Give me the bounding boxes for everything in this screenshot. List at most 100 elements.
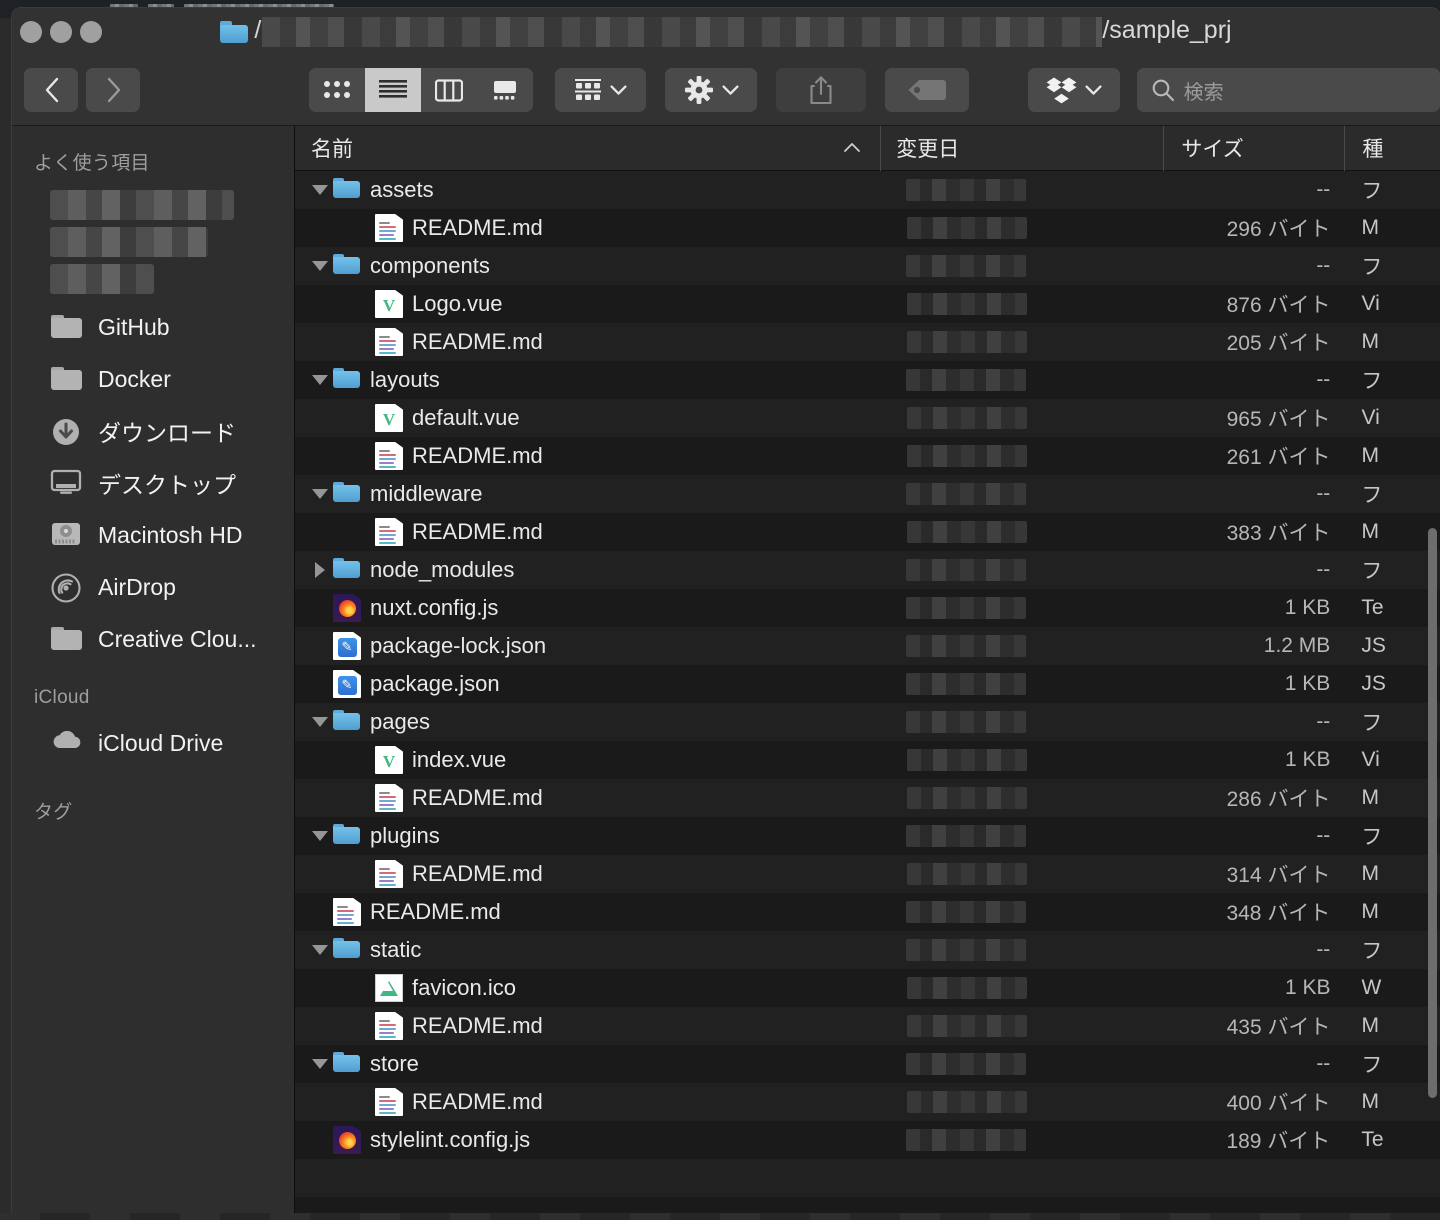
gallery-view-button[interactable]	[477, 68, 533, 112]
disclosure-triangle-open[interactable]	[307, 489, 333, 499]
cell-name[interactable]: README.md	[295, 518, 881, 546]
cell-name[interactable]: Vindex.vue	[295, 746, 881, 774]
cell-name[interactable]: README.md	[295, 1088, 881, 1116]
cell-name[interactable]: layouts	[295, 366, 880, 394]
cell-name[interactable]: store	[295, 1050, 880, 1078]
table-row[interactable]: README.md 205 バイト M	[295, 323, 1440, 361]
table-row[interactable]: README.md 296 バイト M	[295, 209, 1440, 247]
sidebar-item-downloads[interactable]: ダウンロード	[12, 405, 294, 457]
table-row[interactable]: README.md 286 バイト M	[295, 779, 1440, 817]
sidebar-item-desktop[interactable]: デスクトップ	[12, 457, 294, 509]
icon-view-button[interactable]	[309, 68, 365, 112]
cell-name[interactable]: README.md	[295, 442, 881, 470]
cell-name[interactable]: node_modules	[295, 556, 880, 584]
cell-name[interactable]: README.md	[295, 784, 881, 812]
json-file-icon: ✎	[333, 632, 361, 660]
table-row[interactable]: README.md 314 バイト M	[295, 855, 1440, 893]
back-button[interactable]	[24, 68, 78, 112]
disclosure-triangle-open[interactable]	[307, 831, 333, 841]
table-row[interactable]: favicon.ico 1 KB W	[295, 969, 1440, 1007]
cell-name[interactable]: README.md	[295, 860, 881, 888]
sidebar-item-airdrop[interactable]: AirDrop	[12, 561, 294, 613]
column-headers: 名前 変更日 サイズ 種	[295, 125, 1440, 171]
table-row[interactable]: ✎ package-lock.json 1.2 MB JS	[295, 627, 1440, 665]
cell-name[interactable]: favicon.ico	[295, 974, 881, 1002]
group-by-button[interactable]	[554, 68, 647, 112]
table-row[interactable]: Vdefault.vue 965 バイト Vi	[295, 399, 1440, 437]
table-row[interactable]: components -- フ	[295, 247, 1440, 285]
table-row[interactable]: plugins -- フ	[295, 817, 1440, 855]
horizontal-scroll-strip[interactable]	[295, 1205, 1440, 1213]
table-row[interactable]: README.md 348 バイト M	[295, 893, 1440, 931]
column-view-button[interactable]	[421, 68, 477, 112]
view-mode-segmented-control[interactable]	[309, 68, 533, 112]
scrollbar-thumb[interactable]	[1428, 528, 1437, 1098]
share-button[interactable]	[776, 68, 866, 112]
disclosure-triangle-open[interactable]	[307, 375, 333, 385]
table-row[interactable]: V Logo.vue 876 バイト Vi	[295, 285, 1440, 323]
disclosure-triangle-open[interactable]	[307, 717, 333, 727]
sidebar-item-docker[interactable]: Docker	[12, 353, 294, 405]
cell-name[interactable]: plugins	[295, 822, 880, 850]
cell-name[interactable]: README.md	[295, 214, 881, 242]
cell-name[interactable]: README.md	[295, 1012, 881, 1040]
table-row[interactable]: README.md 435 バイト M	[295, 1007, 1440, 1045]
sidebar-item-redacted-2[interactable]	[50, 227, 208, 257]
sidebar-item-redacted-3[interactable]	[50, 264, 154, 294]
folder-icon	[333, 252, 361, 280]
cell-name[interactable]: ✎ package.json	[295, 670, 880, 698]
sidebar-item-icloud-drive[interactable]: iCloud Drive	[12, 717, 294, 769]
sidebar-item-macintosh-hd[interactable]: Macintosh HD	[12, 509, 294, 561]
disclosure-triangle-closed[interactable]	[307, 562, 333, 578]
cell-name[interactable]: nuxt.config.js	[295, 594, 880, 622]
disclosure-triangle-open[interactable]	[307, 185, 333, 195]
cell-name[interactable]: pages	[295, 708, 880, 736]
table-row[interactable]: README.md 383 バイト M	[295, 513, 1440, 551]
minimize-button[interactable]	[50, 20, 72, 43]
column-header-size[interactable]: サイズ	[1163, 125, 1344, 171]
cell-name[interactable]: ✎ package-lock.json	[295, 632, 880, 660]
table-row[interactable]: assets -- フ	[295, 171, 1440, 209]
sidebar-item-creative-cloud[interactable]: Creative Clou...	[12, 613, 294, 665]
file-rows[interactable]: assets -- フ README.md 296 バイト Mcomponents -- フ V…	[295, 171, 1440, 1213]
disclosure-triangle-open[interactable]	[307, 1059, 333, 1069]
table-row[interactable]: stylelint.config.js 189 バイト Te	[295, 1121, 1440, 1159]
traffic-lights[interactable]	[20, 20, 102, 43]
table-row[interactable]: nuxt.config.js 1 KB Te	[295, 589, 1440, 627]
sidebar-item-github[interactable]: GitHub	[12, 301, 294, 353]
table-row[interactable]: static -- フ	[295, 931, 1440, 969]
cell-name[interactable]: README.md	[295, 898, 880, 926]
cell-name[interactable]: README.md	[295, 328, 881, 356]
table-row[interactable]: README.md 261 バイト M	[295, 437, 1440, 475]
dropbox-button[interactable]	[1027, 68, 1120, 112]
cell-name[interactable]: assets	[295, 176, 880, 204]
list-view-button[interactable]	[364, 68, 421, 112]
column-header-date[interactable]: 変更日	[880, 125, 1163, 171]
cell-name[interactable]: components	[295, 252, 880, 280]
table-row[interactable]: README.md 400 バイト M	[295, 1083, 1440, 1121]
tag-button[interactable]	[884, 68, 969, 112]
forward-button[interactable]	[86, 68, 140, 112]
sidebar-item-redacted-1[interactable]	[50, 190, 234, 220]
table-row[interactable]: layouts -- フ	[295, 361, 1440, 399]
column-header-kind[interactable]: 種	[1344, 125, 1440, 171]
table-row[interactable]: pages -- フ	[295, 703, 1440, 741]
close-button[interactable]	[20, 20, 42, 43]
table-row[interactable]: node_modules -- フ	[295, 551, 1440, 589]
action-menu-button[interactable]	[665, 68, 758, 112]
cell-name[interactable]: Vdefault.vue	[295, 404, 881, 432]
search-field[interactable]: 検索	[1136, 68, 1440, 112]
disclosure-triangle-open[interactable]	[307, 945, 333, 955]
cell-name[interactable]: middleware	[295, 480, 880, 508]
table-row[interactable]: ✎ package.json 1 KB JS	[295, 665, 1440, 703]
cell-name[interactable]: static	[295, 936, 880, 964]
cell-name[interactable]: stylelint.config.js	[295, 1126, 880, 1154]
table-row[interactable]: Vindex.vue 1 KB Vi	[295, 741, 1440, 779]
cell-name[interactable]: V Logo.vue	[295, 290, 881, 318]
vertical-scrollbar[interactable]	[1426, 218, 1439, 1213]
table-row[interactable]: store -- フ	[295, 1045, 1440, 1083]
table-row[interactable]: middleware -- フ	[295, 475, 1440, 513]
disclosure-triangle-open[interactable]	[307, 261, 333, 271]
column-header-name[interactable]: 名前	[295, 126, 880, 171]
zoom-button[interactable]	[80, 20, 102, 43]
